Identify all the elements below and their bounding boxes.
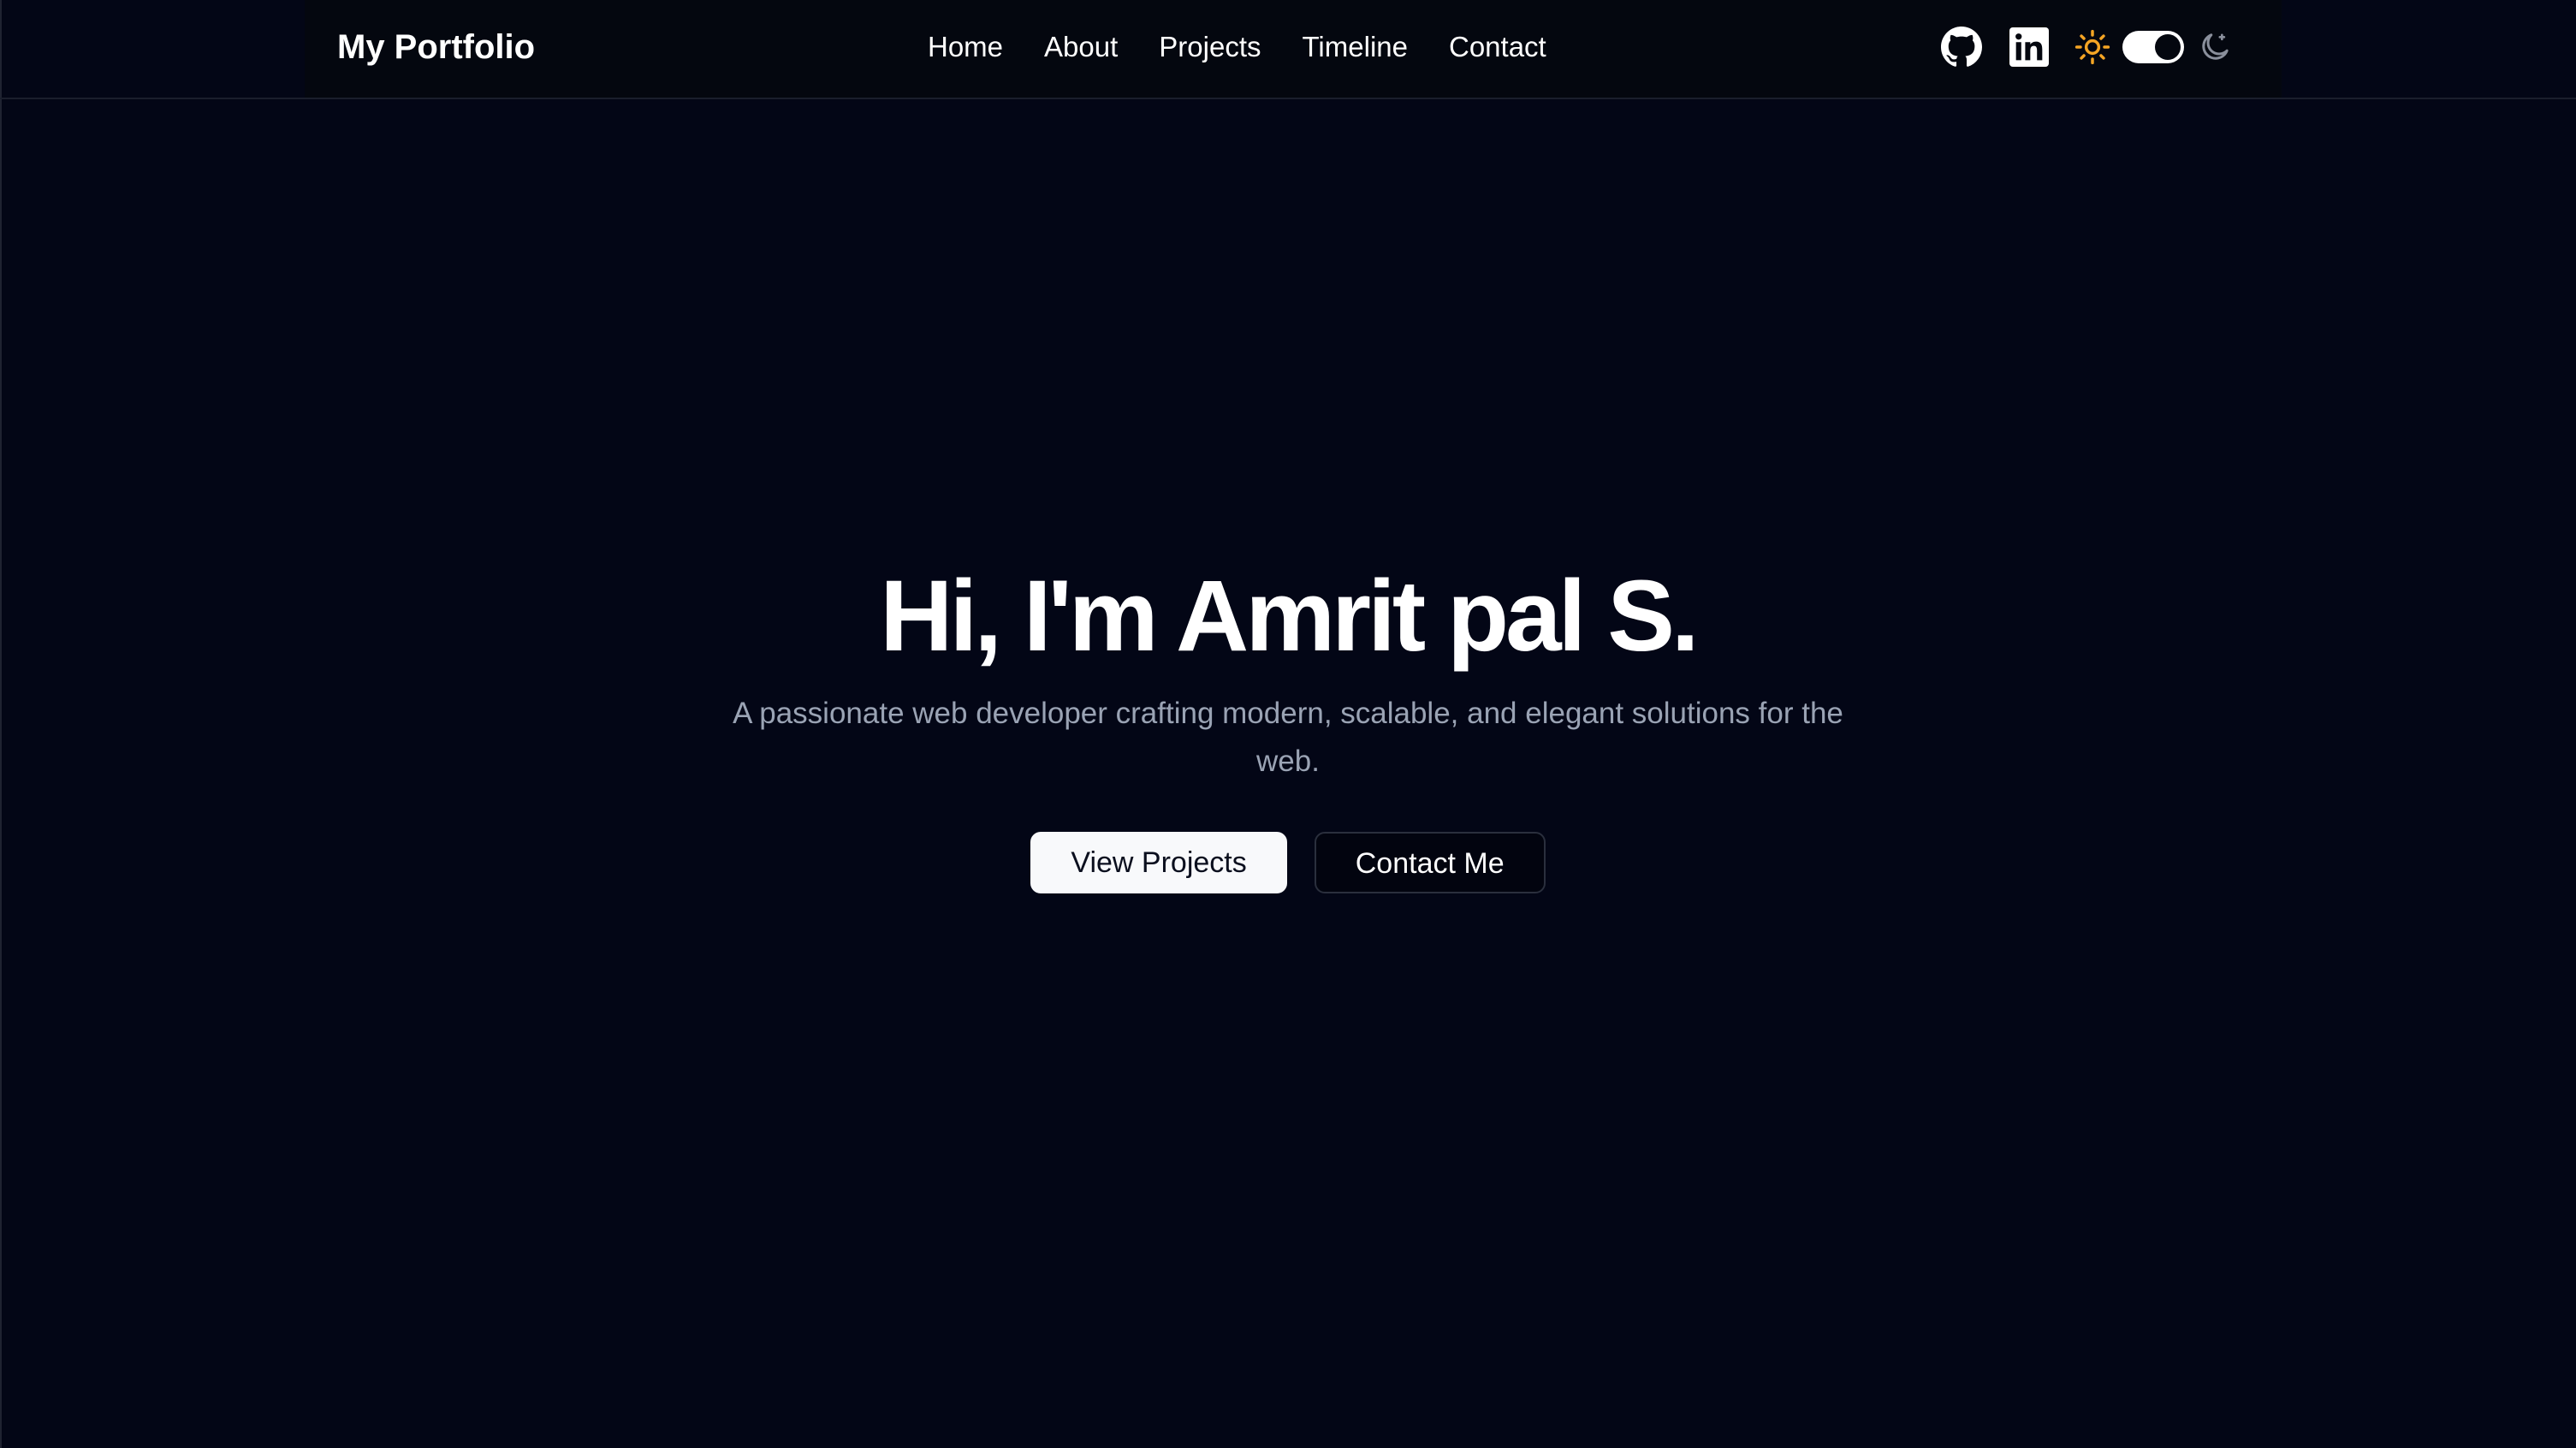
github-icon[interactable] [1941, 27, 1982, 68]
navbar: My Portfolio Home About Projects Timelin… [0, 0, 2576, 99]
nav-link-about[interactable]: About [1044, 31, 1118, 63]
nav-links: Home About Projects Timeline Contact [928, 0, 1546, 94]
sun-icon [2074, 29, 2110, 65]
hero-title: Hi, I'm Amrit pal S. [880, 560, 1699, 673]
brand-logo[interactable]: My Portfolio [337, 0, 535, 94]
theme-toggle-knob [2155, 34, 2181, 60]
nav-link-home[interactable]: Home [928, 31, 1003, 63]
hero-subtitle: A passionate web developer crafting mode… [733, 697, 1843, 778]
contact-me-button[interactable]: Contact Me [1314, 832, 1546, 893]
theme-toggle[interactable] [2122, 31, 2184, 63]
view-projects-button[interactable]: View Projects [1030, 832, 1287, 893]
nav-link-timeline[interactable]: Timeline [1303, 31, 1408, 63]
hero-section: Hi, I'm Amrit pal S. A passionate web de… [0, 548, 2576, 893]
page: My Portfolio Home About Projects Timelin… [0, 0, 2576, 1448]
hero-buttons: View Projects Contact Me [0, 832, 2576, 893]
nav-icons [1941, 0, 2232, 94]
nav-link-projects[interactable]: Projects [1159, 31, 1261, 63]
linkedin-icon[interactable] [2009, 27, 2049, 67]
nav-link-contact[interactable]: Contact [1449, 31, 1546, 63]
moon-icon [2198, 30, 2232, 64]
navbar-inner: My Portfolio Home About Projects Timelin… [305, 0, 2282, 98]
